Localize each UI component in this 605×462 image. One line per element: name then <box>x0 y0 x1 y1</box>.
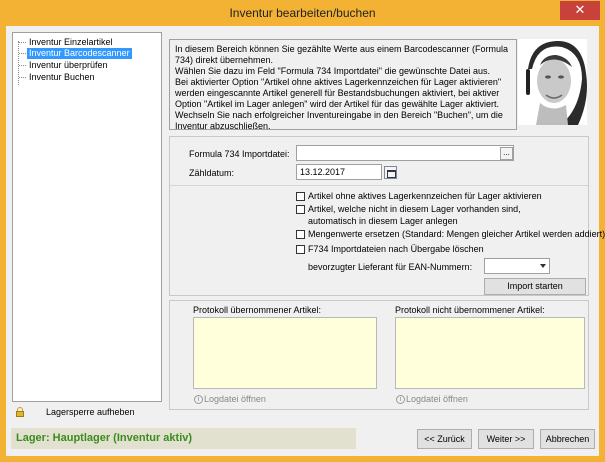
next-button[interactable]: Weiter >> <box>478 429 534 449</box>
status-text: Lager: Hauptlager (Inventur aktiv) <box>16 432 193 444</box>
cancel-button[interactable]: Abbrechen <box>540 429 595 449</box>
tree-item-barcodescanner[interactable]: Inventur Barcodescanner <box>19 48 132 59</box>
not-imported-protocol-area[interactable] <box>395 317 585 389</box>
info-icon: i <box>194 395 203 405</box>
navigation-tree: Inventur Einzelartikel Inventur Barcodes… <box>12 32 162 402</box>
browse-button[interactable]: ... <box>500 147 513 160</box>
close-button[interactable]: ✕ <box>560 1 600 20</box>
lock-icon <box>16 407 24 417</box>
open-logfile-label: Logdatei öffnen <box>406 394 468 404</box>
protocol-section: Protokoll übernommener Artikel: i Logdate… <box>169 300 589 410</box>
title-bar[interactable]: Inventur bearbeiten/buchen ✕ <box>0 0 605 26</box>
activate-articles-checkbox[interactable] <box>296 192 305 201</box>
supplier-label: bevorzugter Lieferant für EAN-Nummern: <box>308 262 473 272</box>
back-button[interactable]: << Zurück <box>417 429 472 449</box>
date-label: Zähldatum: <box>189 168 235 178</box>
tree-item-ueberpruefen[interactable]: Inventur überprüfen <box>19 60 110 71</box>
form-separator <box>170 185 588 186</box>
app-window: Inventur bearbeiten/buchen ✕ Inventur Ei… <box>0 0 605 462</box>
open-logfile-link-imported[interactable]: i Logdatei öffnen <box>194 394 266 405</box>
delete-import-files-checkbox[interactable] <box>296 245 305 254</box>
create-in-stock-label[interactable]: Artikel, welche nicht in diesem Lager vo… <box>308 204 521 214</box>
import-start-button[interactable]: Import starten <box>484 278 586 295</box>
not-imported-protocol-label: Protokoll nicht übernommener Artikel: <box>395 305 545 315</box>
support-agent-image <box>518 39 587 125</box>
date-input[interactable]: 13.12.2017 <box>296 164 382 180</box>
tree-connector <box>18 41 19 85</box>
delete-import-files-label[interactable]: F734 Importdateien nach Übergabe löschen <box>308 244 484 254</box>
status-bar: Lager: Hauptlager (Inventur aktiv) <box>11 428 356 449</box>
tree-item-einzelartikel[interactable]: Inventur Einzelartikel <box>19 37 115 48</box>
imported-protocol-area[interactable] <box>193 317 377 389</box>
open-logfile-label: Logdatei öffnen <box>204 394 266 404</box>
create-in-stock-label-line2[interactable]: automatisch in diesem Lager anlegen <box>308 216 458 226</box>
imported-protocol-label: Protokoll übernommener Artikel: <box>193 305 322 315</box>
import-file-label: Formula 734 Importdatei: <box>189 149 290 159</box>
activate-articles-label[interactable]: Artikel ohne aktives Lagerkennzeichen fü… <box>308 191 542 201</box>
create-in-stock-checkbox[interactable] <box>296 205 305 214</box>
tree-item-buchen[interactable]: Inventur Buchen <box>19 72 97 83</box>
window-title: Inventur bearbeiten/buchen <box>229 6 376 20</box>
import-form: Formula 734 Importdatei: ... Zähldatum: … <box>169 136 605 296</box>
info-text: In diesem Bereich können Sie gezählte We… <box>175 44 509 131</box>
open-logfile-link-not-imported[interactable]: i Logdatei öffnen <box>396 394 468 405</box>
lagersperre-label[interactable]: Lagersperre aufheben <box>46 407 135 417</box>
supplier-select[interactable] <box>484 258 550 274</box>
calendar-icon[interactable] <box>384 166 397 179</box>
replace-quantities-checkbox[interactable] <box>296 230 305 239</box>
client-area: Inventur Einzelartikel Inventur Barcodes… <box>6 26 605 456</box>
replace-quantities-label[interactable]: Mengenwerte ersetzen (Standard: Mengen g… <box>308 229 605 239</box>
import-file-input[interactable] <box>296 145 514 161</box>
chevron-down-icon <box>540 264 546 268</box>
info-panel: In diesem Bereich können Sie gezählte We… <box>169 39 517 131</box>
support-agent-photo <box>518 39 587 125</box>
info-icon: i <box>396 395 405 405</box>
